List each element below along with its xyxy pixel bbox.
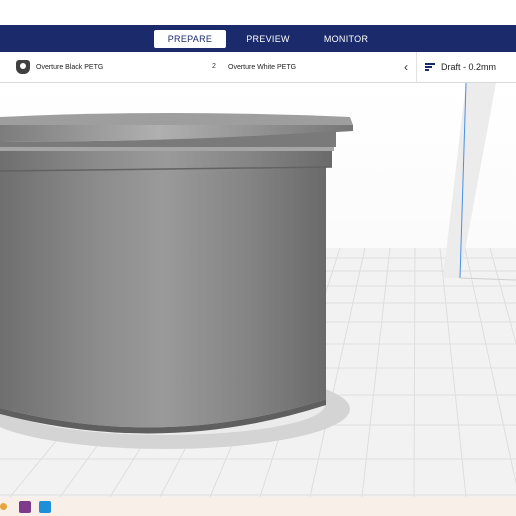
extruder-1-selector[interactable]: Overture Black PETG <box>0 52 103 82</box>
print-settings-button[interactable]: Draft - 0.2mm <box>416 52 516 82</box>
sliders-icon <box>425 62 435 72</box>
header-bar: Overture Black PETG 2 Overture White PET… <box>0 52 516 83</box>
tab-monitor[interactable]: MONITOR <box>310 30 382 48</box>
extruder-2-number: 2 <box>212 63 216 70</box>
3d-viewport[interactable] <box>0 83 516 497</box>
tab-prepare[interactable]: PREPARE <box>153 29 227 48</box>
extruder-1-material: Overture Black PETG <box>36 63 104 71</box>
extruder-2-material: Overture White PETG <box>228 63 297 71</box>
tab-preview[interactable]: PREVIEW <box>232 30 304 48</box>
app-icon-cube[interactable] <box>19 500 31 513</box>
taskbar <box>0 497 516 516</box>
stage-tabs: PREPARE PREVIEW MONITOR <box>153 29 383 48</box>
top-strip <box>0 0 516 25</box>
extruder-icon <box>16 60 30 74</box>
app-icon-blue-c[interactable] <box>39 500 51 513</box>
stage-bar: PREPARE PREVIEW MONITOR <box>0 25 516 52</box>
chevron-left-icon[interactable]: ‹ <box>396 52 416 82</box>
print-profile-label: Draft - 0.2mm <box>441 62 497 72</box>
app-icon-orange[interactable] <box>0 503 7 510</box>
extruder-2-selector[interactable]: Overture White PETG <box>228 52 296 82</box>
cylinder-model[interactable] <box>0 113 353 449</box>
